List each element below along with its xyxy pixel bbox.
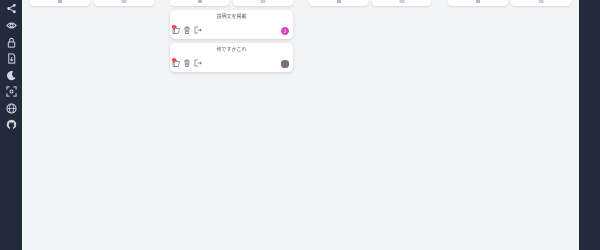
like-icon[interactable]: [172, 58, 180, 67]
add-button[interactable]: [309, 0, 368, 6]
share-icon[interactable]: [5, 2, 17, 14]
trash-icon: [538, 0, 544, 3]
lock-icon[interactable]: [5, 36, 17, 48]
add-button[interactable]: [170, 0, 229, 6]
notification-dot: [172, 58, 176, 62]
delete-button[interactable]: [511, 0, 571, 6]
plus-icon: [197, 0, 202, 3]
note-card[interactable]: 何ですかこれ: [170, 43, 293, 72]
plus-icon: [336, 0, 341, 3]
trash-icon[interactable]: [183, 26, 191, 34]
card-text: 何ですかこれ: [216, 47, 247, 53]
avatar[interactable]: [281, 60, 289, 68]
file-download-icon[interactable]: [5, 52, 17, 64]
avatar[interactable]: 2: [281, 27, 289, 35]
moon-icon[interactable]: [5, 69, 17, 81]
trash-icon: [260, 0, 266, 3]
plus-icon: [58, 0, 62, 3]
globe-icon[interactable]: [5, 102, 17, 114]
main-board: 説明文を掲載 2 何ですかこれ: [22, 0, 579, 250]
plus-icon: [476, 0, 480, 3]
add-button[interactable]: [30, 0, 90, 6]
move-icon[interactable]: [194, 59, 202, 67]
move-icon[interactable]: [194, 26, 202, 34]
note-card[interactable]: 説明文を掲載 2: [170, 10, 293, 39]
trash-icon: [399, 0, 404, 3]
left-sidebar: [0, 0, 22, 250]
right-sidebar: [579, 0, 600, 250]
scan-icon[interactable]: [5, 85, 17, 97]
delete-button[interactable]: [233, 0, 293, 6]
notification-dot: [172, 25, 176, 29]
card-text: 説明文を掲載: [216, 14, 247, 20]
github-icon[interactable]: [5, 118, 17, 130]
add-button[interactable]: [448, 0, 508, 6]
delete-button[interactable]: [94, 0, 154, 6]
trash-icon[interactable]: [183, 59, 191, 67]
trash-icon: [121, 0, 127, 3]
like-icon[interactable]: [172, 25, 180, 34]
delete-button[interactable]: [372, 0, 431, 6]
eye-icon[interactable]: [5, 19, 17, 31]
